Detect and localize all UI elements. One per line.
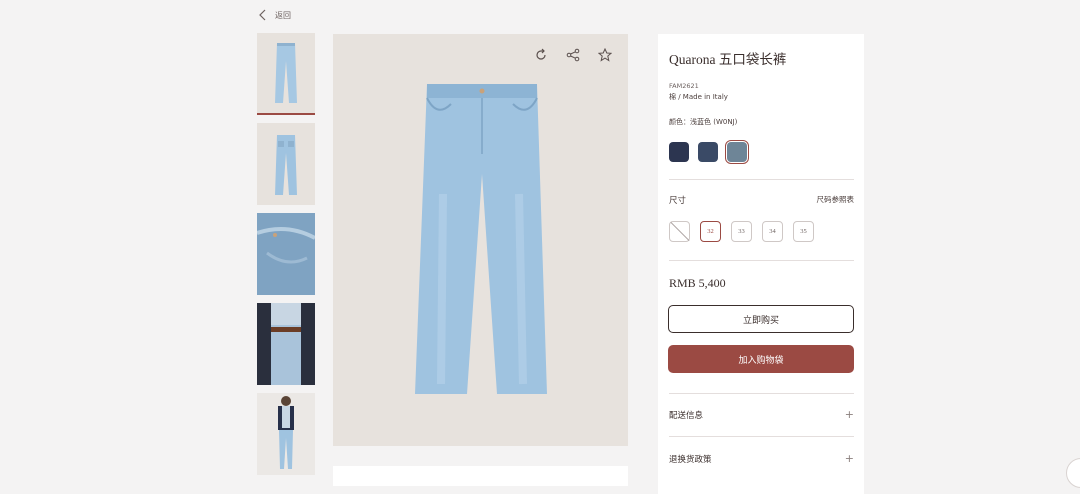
swatch-dark-indigo[interactable] [669, 142, 689, 162]
product-price: RMB 5,400 [669, 276, 726, 290]
divider [669, 436, 854, 437]
divider [669, 260, 854, 261]
size-label: 尺寸 [669, 196, 687, 206]
product-sku: FAM2621 [669, 82, 699, 90]
chat-icon[interactable] [1066, 458, 1080, 488]
add-to-bag-button[interactable]: 加入购物袋 [668, 345, 854, 373]
thumbnail-jeans-front[interactable] [257, 33, 315, 115]
product-title: Quarona 五口袋长裤 [669, 52, 787, 67]
product-main-image [333, 34, 628, 446]
size-guide-link[interactable]: 尺码参照表 [817, 194, 855, 205]
back-label: 返回 [275, 10, 291, 20]
jeans-image [415, 84, 547, 394]
chevron-left-icon [259, 9, 266, 21]
color-label: 颜色：浅蓝色 (W0NJ) [669, 118, 738, 126]
color-swatches [669, 140, 749, 164]
size-option-34[interactable]: 34 [762, 221, 783, 242]
plus-icon: + [844, 452, 854, 465]
thumbnail-model-waist[interactable] [257, 303, 315, 385]
back-link[interactable]: 返回 [257, 9, 291, 21]
swatch-light-blue[interactable] [725, 140, 749, 164]
product-info-panel: Quarona 五口袋长裤 FAM2621 棉 / Made in Italy … [658, 34, 864, 494]
jeans-front-image [275, 43, 297, 103]
divider [669, 179, 854, 180]
model-waist-image [257, 303, 315, 385]
size-option-33[interactable]: 33 [731, 221, 752, 242]
accordion-returns[interactable]: 退换货政策 + [669, 452, 854, 465]
divider [669, 393, 854, 394]
thumbnail-model-full[interactable] [257, 393, 315, 475]
plus-icon: + [844, 408, 854, 421]
secondary-image-card [333, 466, 628, 486]
thumbnail-jeans-back[interactable] [257, 123, 315, 205]
product-material: 棉 / Made in Italy [669, 93, 728, 101]
size-option-unavailable[interactable] [669, 221, 690, 242]
accordion-delivery[interactable]: 配送信息 + [669, 408, 854, 421]
jeans-detail-image [257, 213, 315, 295]
accordion-delivery-label: 配送信息 [669, 410, 704, 421]
thumbnail-list [257, 33, 315, 483]
accordion-returns-label: 退换货政策 [669, 454, 712, 465]
thumbnail-jeans-detail[interactable] [257, 213, 315, 295]
swatch-navy-blue[interactable] [698, 142, 718, 162]
model-full-image [278, 396, 294, 469]
jeans-back-image [275, 135, 297, 195]
buy-now-button[interactable]: 立即购买 [668, 305, 854, 333]
size-option-32[interactable]: 32 [700, 221, 721, 242]
size-option-35[interactable]: 35 [793, 221, 814, 242]
size-options: 32 33 34 35 [669, 221, 814, 242]
